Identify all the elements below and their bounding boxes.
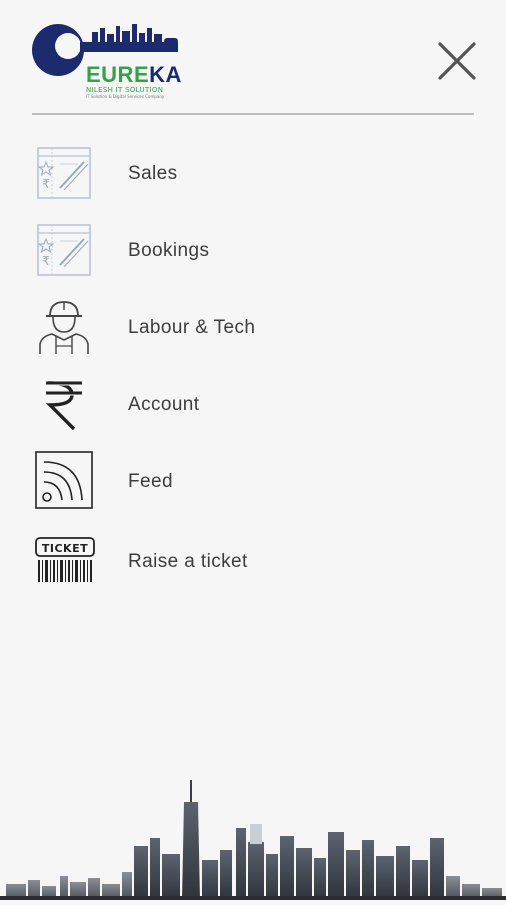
sales-clipboard-icon: ₹ [34,142,96,204]
svg-text:TICKET: TICKET [42,542,88,555]
close-icon [438,42,476,80]
logo-subtitle: NILESH IT SOLUTION [86,86,164,94]
city-skyline-image [0,780,506,900]
rss-feed-icon [34,450,96,512]
city-skyline-icon [0,780,506,900]
rupee-icon [34,373,96,435]
eureka-logo: EUREKA NILESH IT SOLUTION IT Solution & … [32,22,182,99]
logo-wordmark-part1: EURE [86,62,150,87]
close-button[interactable] [436,40,478,82]
menu-label-feed: Feed [128,471,173,492]
menu-item-labour-tech[interactable]: Labour & Tech [0,296,506,366]
ticket-barcode-icon: TICKET [34,530,96,592]
logo-wordmark-part2: KA [149,62,182,87]
worker-hardhat-icon [34,296,96,358]
menu-label-bookings: Bookings [128,240,210,261]
menu-label-account: Account [128,394,200,415]
menu-label-labour-tech: Labour & Tech [128,317,256,338]
svg-text:₹: ₹ [42,177,50,191]
menu-item-account[interactable]: Account [0,373,506,443]
menu-item-raise-ticket[interactable]: TICKET Raise a ticket [0,530,506,600]
logo-tagline: IT Solution & Digital Services Company [86,94,165,99]
menu-item-sales[interactable]: ₹ Sales [0,142,506,212]
menu-item-feed[interactable]: Feed [0,450,506,520]
svg-text:₹: ₹ [42,254,50,268]
menu-label-raise-ticket: Raise a ticket [128,551,248,572]
drawer-header: EUREKA NILESH IT SOLUTION IT Solution & … [0,0,506,118]
header-divider [32,113,474,115]
menu-item-bookings[interactable]: ₹ Bookings [0,219,506,289]
menu-label-sales: Sales [128,163,178,184]
logo-wordmark: EUREKA [86,62,182,88]
bookings-clipboard-icon: ₹ [34,219,96,281]
